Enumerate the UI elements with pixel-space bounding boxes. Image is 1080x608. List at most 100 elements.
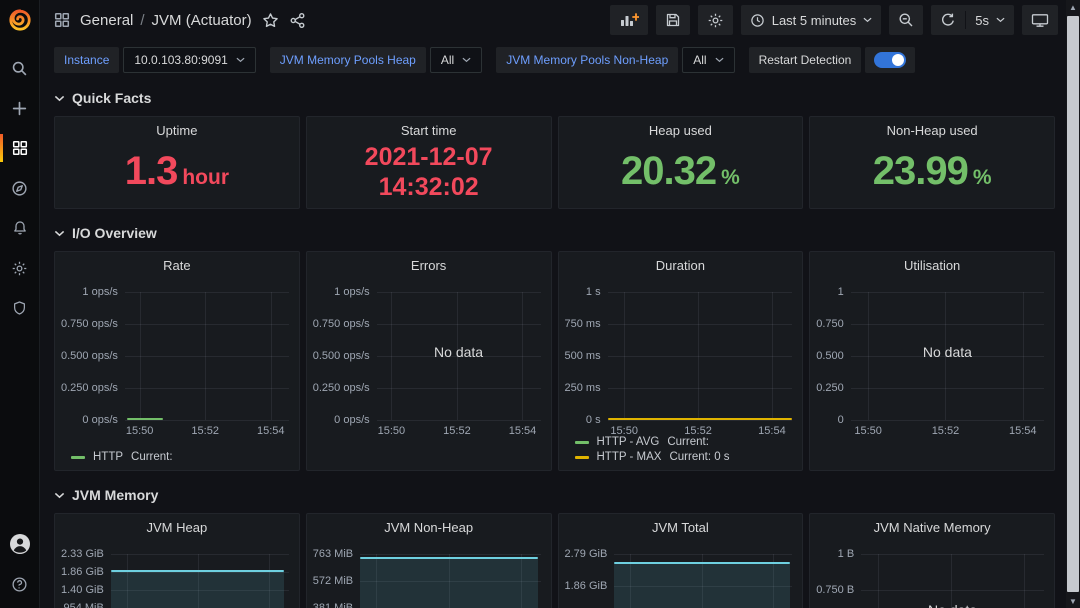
avatar-icon — [9, 533, 31, 555]
add-panel-icon — [619, 12, 639, 28]
y-tick-label: 1 ops/s — [82, 286, 117, 298]
panel-title[interactable]: Non-Heap used — [810, 117, 1054, 143]
add-panel-button[interactable] — [610, 5, 648, 35]
y-tick-label: 381 MiB — [313, 602, 353, 608]
monitor-icon — [1031, 13, 1049, 28]
gridline — [851, 324, 1044, 325]
scroll-down-arrow[interactable]: ▼ — [1069, 594, 1077, 608]
sidebar-item-profile[interactable] — [0, 524, 40, 564]
panel-title[interactable]: Errors — [307, 252, 551, 278]
section-header-jvm-memory[interactable]: JVM Memory — [54, 485, 1055, 505]
variable-value: All — [693, 53, 706, 67]
panel-jvm-non-heap: JVM Non-Heap763 MiB763 MiB572 MiB381 MiB — [306, 513, 552, 608]
scrollbar-thumb[interactable] — [1067, 16, 1079, 592]
gear-icon — [11, 260, 28, 277]
panel-title[interactable]: JVM Native Memory — [810, 514, 1054, 540]
panel-title[interactable]: Start time — [307, 117, 551, 143]
restart-detection-toggle[interactable] — [865, 47, 915, 73]
grafana-logo[interactable] — [0, 0, 40, 40]
gridline — [861, 554, 1044, 555]
x-tick-label: 15:54 — [257, 425, 285, 437]
gridline — [522, 292, 523, 420]
save-dashboard-button[interactable] — [656, 5, 690, 35]
series-line — [608, 418, 793, 420]
y-tick-label: 0.250 ops/s — [313, 382, 370, 394]
panel-rate: Rate0.750 ops/s1 ops/s0.750 ops/s0.500 o… — [54, 251, 300, 471]
scrollbar[interactable]: ▲ ▼ — [1066, 0, 1080, 608]
apps-icon — [12, 140, 28, 156]
panel-title[interactable]: Uptime — [55, 117, 299, 143]
time-range-picker[interactable]: Last 5 minutes — [741, 5, 882, 35]
y-tick-label: 1.86 GiB — [565, 580, 608, 592]
sidebar-item-explore[interactable] — [0, 168, 40, 208]
sidebar-item-alerting[interactable] — [0, 208, 40, 248]
legend-label[interactable]: HTTP - MAX — [597, 451, 662, 463]
variable-value-dropdown[interactable]: 10.0.103.80:9091 — [123, 47, 255, 73]
dashboard-settings-button[interactable] — [698, 5, 733, 35]
panel-duration: Duration750 ms1 s750 ms500 ms250 ms0 s15… — [558, 251, 804, 471]
chevron-down-icon — [54, 492, 65, 499]
x-tick-label: 15:54 — [509, 425, 537, 437]
toggle-knob — [892, 54, 904, 66]
gridline — [772, 292, 773, 420]
breadcrumb: General / JVM (Actuator) — [80, 12, 252, 29]
y-axis: 0.750 ops/s1 ops/s0.750 ops/s0.500 ops/s… — [313, 292, 370, 420]
breadcrumb-dashboard[interactable]: JVM (Actuator) — [152, 12, 252, 29]
star-icon[interactable] — [262, 12, 279, 29]
share-icon[interactable] — [289, 12, 306, 29]
legend-value: Current: — [131, 451, 173, 463]
breadcrumb-folder[interactable]: General — [80, 12, 133, 29]
variable-label: JVM Memory Pools Heap — [270, 47, 426, 73]
sidebar-item-search[interactable] — [0, 48, 40, 88]
plot-area: 15:5015:5215:54 — [608, 292, 793, 420]
variable-instance: Instance10.0.103.80:9091 — [54, 47, 256, 73]
sidebar-item-help[interactable] — [0, 564, 40, 604]
stat-value-area: 1.3hour — [55, 143, 299, 208]
panel-start-time: Start time2021-12-0714:32:02 — [306, 116, 552, 209]
panel-title[interactable]: Heap used — [559, 117, 803, 143]
compass-icon — [11, 180, 28, 197]
panel-title[interactable]: JVM Total — [559, 514, 803, 540]
topbar: General / JVM (Actuator) Last 5 minutes — [40, 0, 1066, 40]
panel-title[interactable]: Utilisation — [810, 252, 1054, 278]
y-tick-label: 0.500 — [816, 350, 844, 362]
dashboard-breadcrumb-icon[interactable] — [54, 12, 70, 28]
stat-value: 20.32% — [621, 149, 740, 194]
legend-label[interactable]: HTTP — [93, 451, 123, 463]
panel-title[interactable]: JVM Non-Heap — [307, 514, 551, 540]
plot-area: 15:5015:5215:54 — [125, 292, 289, 420]
variable-value-dropdown[interactable]: All — [430, 47, 482, 73]
gridline — [878, 554, 879, 608]
zoom-out-time-button[interactable] — [889, 5, 923, 35]
scroll-up-arrow[interactable]: ▲ — [1069, 0, 1077, 14]
sidebar-item-server-admin[interactable] — [0, 288, 40, 328]
search-icon — [11, 60, 28, 77]
sidebar-item-configuration[interactable] — [0, 248, 40, 288]
grafana-app: General / JVM (Actuator) Last 5 minutes — [0, 0, 1080, 608]
refresh-button[interactable] — [931, 5, 965, 35]
section-header-quick-facts[interactable]: Quick Facts — [54, 88, 1055, 108]
variable-jvm-memory-pools-non-heap: JVM Memory Pools Non-HeapAll — [496, 47, 734, 73]
panel-heap-used: Heap used 20.32% — [558, 116, 804, 209]
sidebar-item-dashboards[interactable] — [0, 128, 40, 168]
gridline — [851, 420, 1044, 421]
legend-value: Current: 0 s — [669, 451, 729, 463]
legend-swatch — [71, 456, 85, 459]
sidebar-item-create[interactable] — [0, 88, 40, 128]
refresh-interval-dropdown[interactable]: 5s — [966, 5, 1014, 35]
plot-area — [111, 554, 289, 608]
y-tick-label: 0.750 ops/s — [313, 318, 370, 330]
panel-title[interactable]: Rate — [55, 252, 299, 278]
stat-value-line: 2021-12-07 — [365, 143, 493, 173]
y-tick-label: 0.750 ops/s — [61, 318, 118, 330]
panel-title[interactable]: Duration — [559, 252, 803, 278]
refresh-icon — [940, 12, 956, 28]
section-header-io-overview[interactable]: I/O Overview — [54, 223, 1055, 243]
variable-value-dropdown[interactable]: All — [682, 47, 734, 73]
x-tick-label: 15:54 — [758, 425, 786, 437]
plot-wrap: 0.75010.7500.5000.250015:5015:5215:54No … — [816, 292, 1044, 420]
y-tick-label: 1 B — [838, 548, 855, 560]
cycle-view-mode-button[interactable] — [1022, 5, 1058, 35]
legend-swatch — [575, 441, 589, 444]
panel-title[interactable]: JVM Heap — [55, 514, 299, 540]
